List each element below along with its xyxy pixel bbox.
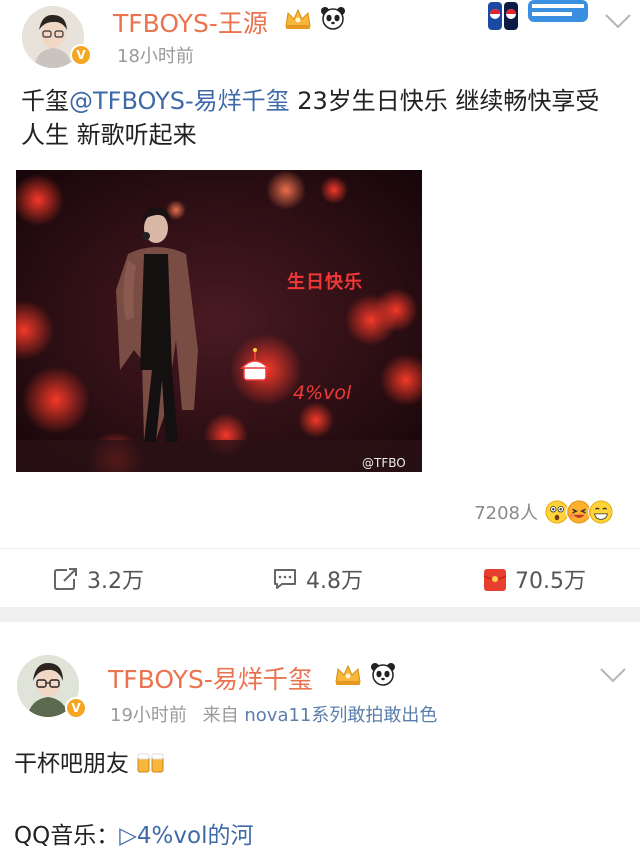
like-count: 70.5万 bbox=[515, 569, 586, 594]
post-content: 干杯吧朋友 bbox=[14, 744, 166, 778]
image-overlay-text: 生日快乐 bbox=[287, 272, 363, 293]
comment-icon bbox=[274, 569, 296, 589]
post-content: 千玺@TFBOYS-易烊千玺 23岁生日快乐 继续畅快享受人生 新歌听起来 bbox=[21, 84, 621, 152]
qq-music-link[interactable]: ▷4%vol的河 bbox=[119, 823, 253, 849]
comment-button[interactable]: 4.8万 bbox=[272, 562, 363, 596]
source-link[interactable]: nova11系列敢拍敢出色 bbox=[244, 705, 437, 726]
panda-icon[interactable] bbox=[370, 661, 396, 687]
mention-link[interactable]: @TFBOYS-易烊千玺 bbox=[69, 87, 290, 115]
repost-button[interactable]: 3.2万 bbox=[53, 562, 144, 596]
divider bbox=[0, 548, 640, 549]
chevron-down-icon[interactable] bbox=[604, 12, 632, 30]
qq-music-line: QQ音乐：▷4%vol的河 bbox=[14, 816, 253, 850]
repost-count: 3.2万 bbox=[87, 569, 144, 594]
content-prefix: 千玺 bbox=[21, 87, 69, 115]
like-button[interactable]: 70.5万 bbox=[483, 562, 586, 596]
post-separator bbox=[0, 607, 640, 622]
post-meta: 19小时前 来自 nova11系列敢拍敢出色 bbox=[110, 701, 437, 727]
beer-emoji-icon bbox=[137, 753, 164, 773]
concert-photo bbox=[16, 170, 422, 472]
crown-vip-icon[interactable] bbox=[333, 662, 363, 686]
qq-music-label: QQ音乐： bbox=[14, 823, 120, 849]
post-timestamp: 19小时前 bbox=[110, 705, 187, 726]
reaction-emojis bbox=[544, 499, 614, 525]
username[interactable]: TFBOYS-王源 bbox=[113, 4, 268, 40]
panda-icon[interactable] bbox=[320, 5, 346, 31]
like-icon bbox=[483, 569, 507, 591]
post-text: 干杯吧朋友 bbox=[14, 751, 129, 777]
username[interactable]: TFBOYS-易烊千玺 bbox=[108, 660, 313, 696]
grin-emoji-icon bbox=[588, 499, 614, 525]
ad-banner-icon[interactable] bbox=[528, 0, 600, 30]
repost-icon bbox=[54, 568, 77, 590]
chevron-down-icon[interactable] bbox=[599, 666, 627, 684]
weibo-post-1: V TFBOYS-王源 18小时前 千玺@TFBOYS-易烊千玺 23岁生日快乐… bbox=[0, 0, 640, 607]
verified-badge-icon: V bbox=[65, 697, 87, 719]
reactions-summary[interactable]: 7208人 bbox=[474, 495, 614, 529]
reaction-count: 7208人 bbox=[474, 503, 538, 524]
pepsi-ad-icon[interactable] bbox=[484, 0, 532, 32]
post-image[interactable]: 生日快乐 4%vol @TFBO bbox=[16, 170, 422, 472]
image-overlay-vol: 4%vol bbox=[293, 382, 352, 404]
image-watermark: @TFBO bbox=[362, 456, 406, 470]
source-prefix: 来自 bbox=[202, 705, 239, 726]
crown-vip-icon[interactable] bbox=[283, 6, 313, 30]
comment-count: 4.8万 bbox=[306, 569, 363, 594]
post-timestamp: 18小时前 bbox=[117, 46, 194, 67]
verified-badge-icon: V bbox=[70, 44, 92, 66]
